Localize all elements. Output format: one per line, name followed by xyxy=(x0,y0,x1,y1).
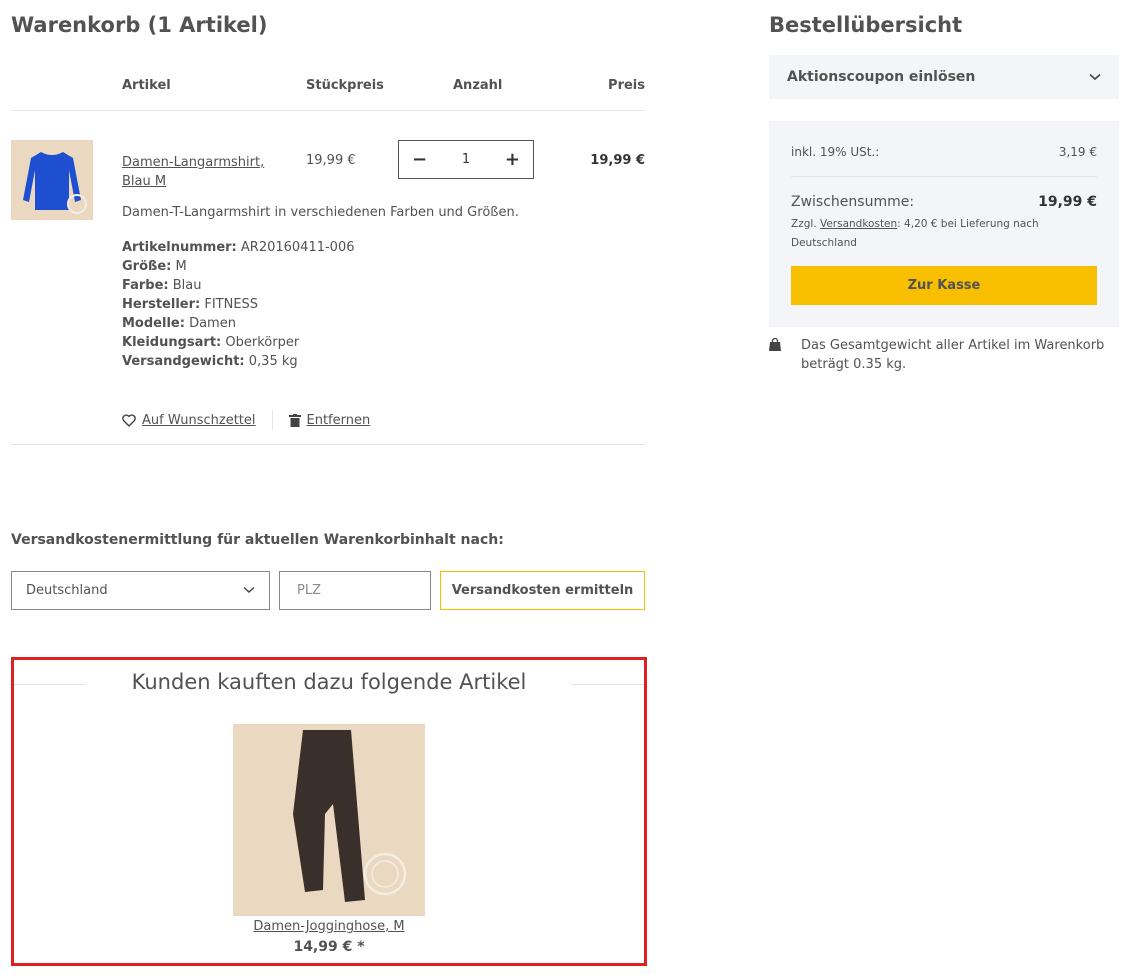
quantity-value[interactable]: 1 xyxy=(462,152,470,167)
chevron-down-icon xyxy=(1089,69,1101,85)
shipping-cost-note: Zzgl. Versandkosten: 4,20 € bei Lieferun… xyxy=(791,215,1051,253)
line-price: 19,99 € xyxy=(590,153,645,168)
property-label: Farbe: xyxy=(122,278,169,293)
heart-icon[interactable] xyxy=(122,413,136,427)
divider xyxy=(271,410,273,430)
property-label: Artikelnummer: xyxy=(122,240,237,255)
recommendations-title: Kunden kauften dazu folgende Artikel xyxy=(131,670,527,694)
vat-row: inkl. 19% USt.: 3,19 € xyxy=(791,145,1097,159)
recommended-product-name-wrap: Damen-Jogginghose, M xyxy=(14,919,644,934)
shipping-calculator-title: Versandkostenermittlung für aktuellen Wa… xyxy=(11,532,504,548)
property-label: Kleidungsart: xyxy=(122,335,222,350)
property-label: Größe: xyxy=(122,259,172,274)
property-value: 0,35 kg xyxy=(248,354,298,369)
quantity-stepper[interactable]: − 1 + xyxy=(398,140,534,179)
column-header-unit-price: Stückpreis xyxy=(306,78,384,93)
column-header-price: Preis xyxy=(608,78,645,93)
subtotal-value: 19,99 € xyxy=(1038,194,1097,210)
divider xyxy=(791,176,1097,177)
property-value: AR20160411-006 xyxy=(240,240,355,255)
column-header-quantity: Anzahl xyxy=(453,78,503,93)
plus-icon[interactable]: + xyxy=(505,149,520,170)
item-actions: Auf Wunschzettel Entfernen xyxy=(122,410,370,430)
chevron-down-icon xyxy=(243,583,255,598)
property-row: Farbe: Blau xyxy=(122,276,355,295)
product-name-link[interactable]: Damen-Langarmshirt, Blau M xyxy=(122,153,272,191)
weight-note: Das Gesamtgewicht aller Artikel im Waren… xyxy=(769,336,1109,374)
property-label: Modelle: xyxy=(122,316,185,331)
shopping-bag-icon xyxy=(769,336,801,374)
product-image[interactable] xyxy=(11,140,93,220)
coupon-toggle[interactable]: Aktionscoupon einlösen xyxy=(769,55,1119,99)
unit-price: 19,99 € xyxy=(306,153,356,168)
page-title: Warenkorb (1 Artikel) xyxy=(11,13,268,37)
vat-value: 3,19 € xyxy=(1058,145,1097,159)
property-label: Hersteller: xyxy=(122,297,201,312)
product-name[interactable]: Damen-Langarmshirt, Blau M xyxy=(122,155,264,189)
subtotal-label: Zwischensumme: xyxy=(791,194,915,210)
property-row: Kleidungsart: Oberkörper xyxy=(122,333,355,352)
property-value: Damen xyxy=(189,316,236,331)
product-description: Damen-T-Langarmshirt in verschiedenen Fa… xyxy=(122,205,519,220)
shipping-cost-link[interactable]: Versandkosten xyxy=(820,218,897,230)
country-select-value: Deutschland xyxy=(26,583,108,598)
property-row: Artikelnummer: AR20160411-006 xyxy=(122,238,355,257)
subtotal-row: Zwischensumme: 19,99 € xyxy=(791,194,1097,210)
recommended-product-image[interactable] xyxy=(233,724,425,916)
product-properties: Artikelnummer: AR20160411-006 Größe: M F… xyxy=(122,238,355,371)
property-value: Blau xyxy=(172,278,202,293)
column-header-article: Artikel xyxy=(122,78,171,93)
summary-panel: inkl. 19% USt.: 3,19 € Zwischensumme: 19… xyxy=(769,121,1119,327)
vat-label: inkl. 19% USt.: xyxy=(791,145,880,159)
property-row: Hersteller: FITNESS xyxy=(122,295,355,314)
weight-note-text: Das Gesamtgewicht aller Artikel im Waren… xyxy=(801,338,1105,372)
trash-icon[interactable] xyxy=(288,413,301,427)
shipping-note-prefix: Zzgl. xyxy=(791,218,817,230)
property-row: Größe: M xyxy=(122,257,355,276)
property-value: M xyxy=(175,259,187,274)
remove-item-link[interactable]: Entfernen xyxy=(307,413,371,428)
minus-icon[interactable]: − xyxy=(412,149,427,170)
property-value: Oberkörper xyxy=(225,335,300,350)
summary-title: Bestellübersicht xyxy=(769,13,963,37)
property-label: Versandgewicht: xyxy=(122,354,245,369)
divider xyxy=(11,444,645,445)
recommended-product-name[interactable]: Damen-Jogginghose, M xyxy=(253,919,404,934)
property-row: Versandgewicht: 0,35 kg xyxy=(122,352,355,371)
checkout-button[interactable]: Zur Kasse xyxy=(791,266,1097,305)
country-select[interactable]: Deutschland xyxy=(11,571,270,610)
property-value: FITNESS xyxy=(204,297,259,312)
divider xyxy=(11,110,645,111)
recommendations-panel: Kunden kauften dazu folgende Artikel Dam… xyxy=(11,657,647,966)
add-to-wishlist-link[interactable]: Auf Wunschzettel xyxy=(142,413,256,428)
recommended-product-price: 14,99 € * xyxy=(293,939,365,955)
property-row: Modelle: Damen xyxy=(122,314,355,333)
coupon-label: Aktionscoupon einlösen xyxy=(787,69,976,85)
zip-code-input[interactable] xyxy=(279,571,431,610)
calculate-shipping-button[interactable]: Versandkosten ermitteln xyxy=(440,571,645,610)
